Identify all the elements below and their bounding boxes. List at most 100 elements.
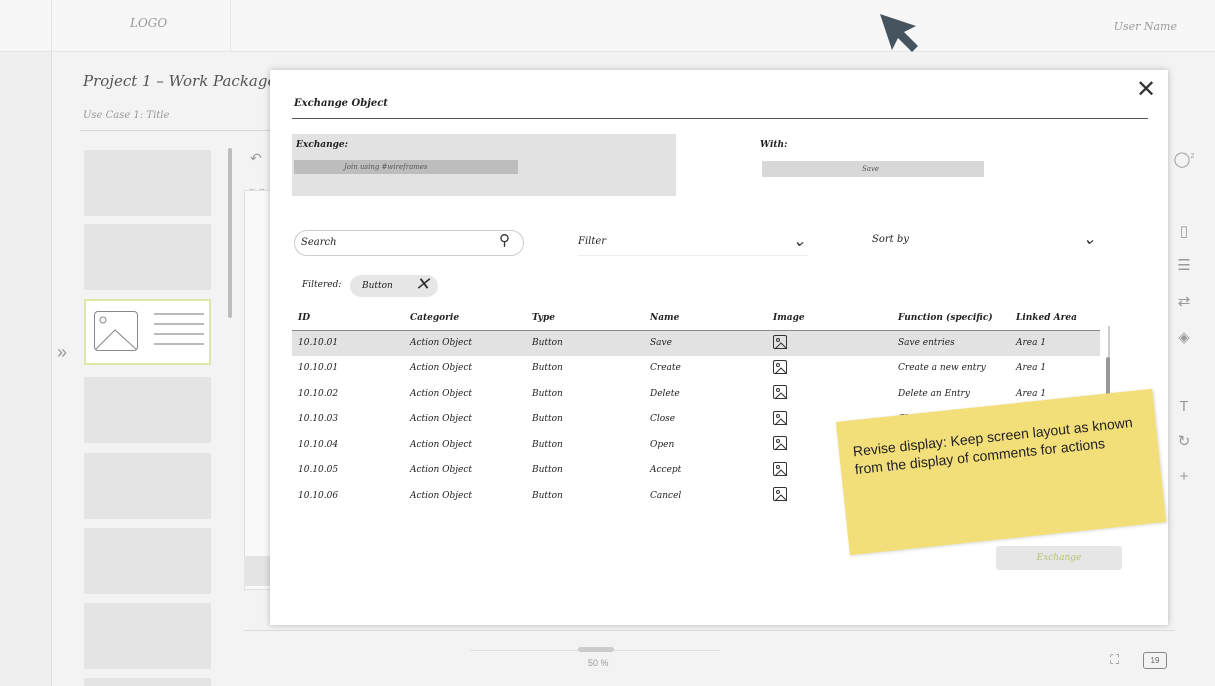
use-case-title: Use Case 1: Title (83, 110, 170, 121)
cell-id: 10.10.02 (298, 388, 339, 399)
table-row[interactable]: 10.10.02 Action Object Button Delete Del… (292, 381, 1100, 407)
page-thumbnail[interactable] (84, 528, 211, 594)
cell-id: 10.10.03 (298, 414, 339, 425)
thumb-line (154, 313, 204, 315)
cell-name: Delete (650, 388, 680, 399)
top-bar: LOGO User Name (0, 0, 1215, 52)
dialog-title: Exchange Object (294, 98, 388, 109)
thumb-line (154, 343, 204, 345)
mouse-cursor-icon (880, 14, 918, 52)
column-header[interactable]: Image (773, 306, 898, 331)
cell-name: Open (650, 439, 675, 450)
comment-icon[interactable]: ◯2 (1172, 150, 1196, 168)
cell-category: Action Object (410, 490, 473, 501)
cell-name: Save (650, 330, 773, 356)
exchange-target-field[interactable]: Save (762, 161, 984, 177)
search-icon[interactable]: ⚲ (499, 231, 510, 249)
filtered-label: Filtered: (302, 280, 342, 290)
table-scrollbar-thumb[interactable] (1106, 357, 1110, 397)
chevron-down-icon[interactable]: ⌄ (1083, 227, 1096, 251)
top-left-block (0, 0, 52, 52)
page-thumbnail[interactable] (84, 678, 211, 686)
column-header[interactable]: Type (532, 306, 650, 331)
with-label: With: (760, 140, 788, 150)
cell-type: Button (532, 363, 563, 374)
zoom-level: 50 % (588, 658, 609, 668)
filter-label: Filter (578, 236, 607, 247)
search-input[interactable]: Search (294, 230, 524, 256)
fullscreen-icon[interactable]: ⛶ (1110, 652, 1119, 668)
history-icon[interactable]: ↻ (1172, 432, 1196, 450)
column-header[interactable]: Name (650, 306, 773, 331)
page-thumbnail[interactable] (84, 377, 211, 443)
left-rail (0, 52, 52, 686)
title-divider (80, 130, 270, 131)
exchange-label: Exchange: (296, 140, 348, 150)
image-icon (773, 385, 788, 400)
exchange-source-field[interactable]: Join using #wireframes (294, 160, 518, 174)
image-icon (773, 359, 788, 375)
bottom-divider (244, 630, 1174, 631)
chevron-down-icon[interactable]: ⌄ (793, 229, 806, 253)
cell-function: Delete an Entry (898, 388, 970, 399)
cell-function: Create a new entry (898, 363, 986, 374)
image-icon (773, 461, 788, 477)
image-icon (773, 410, 788, 426)
image-icon (773, 334, 788, 349)
undo-icon[interactable]: ↶ (250, 150, 262, 167)
cell-type: Button (532, 465, 563, 476)
table-row-selected[interactable]: 10.10.01 Action Object Button Save Save … (292, 330, 1100, 356)
cell-id: 10.10.01 (292, 330, 410, 356)
project-title: Project 1 – Work Package 1 (83, 72, 291, 90)
cell-category: Action Object (410, 330, 532, 356)
column-header[interactable]: ID (292, 306, 410, 331)
filter-chip[interactable]: Button ✕ (350, 275, 438, 297)
user-name[interactable]: User Name (1114, 20, 1177, 33)
title-divider (292, 118, 1148, 119)
remove-filter-icon[interactable]: ✕ (415, 275, 430, 295)
cell-id: 10.10.01 (298, 363, 339, 374)
page-count-icon[interactable]: 19 (1143, 652, 1167, 669)
exchange-button[interactable]: Exchange (996, 546, 1122, 570)
paint-icon[interactable]: ◈ (1172, 328, 1196, 346)
cell-id: 10.10.05 (298, 465, 339, 476)
table-header-row: ID Categorie Type Name Image Function (s… (292, 306, 1100, 331)
filter-dropdown[interactable]: Filter ⌄ (578, 230, 808, 256)
logo: LOGO (130, 16, 168, 30)
table-row[interactable]: 10.10.01 Action Object Button Create Cre… (292, 356, 1100, 382)
page-thumbnail[interactable] (84, 224, 211, 290)
text-icon[interactable]: T (1172, 398, 1196, 415)
swap-icon[interactable]: ⇄ (1172, 292, 1196, 310)
exchange-source-box: Exchange: Join using #wireframes (292, 134, 676, 196)
page-thumbnail[interactable] (84, 603, 211, 669)
page-thumbnail[interactable] (84, 150, 211, 216)
trash-icon[interactable]: ▯ (1172, 222, 1196, 240)
thumb-line (154, 333, 204, 335)
cell-name: Create (650, 363, 681, 374)
image-icon (773, 487, 788, 502)
list-icon[interactable]: ☰ (1172, 256, 1196, 274)
cell-category: Action Object (410, 414, 473, 425)
cell-linked-area: Area 1 (1016, 363, 1047, 374)
page-thumbnail[interactable] (84, 453, 211, 519)
cell-category: Action Object (410, 363, 473, 374)
cell-category: Action Object (410, 388, 473, 399)
zoom-handle[interactable] (578, 647, 614, 652)
cell-type: Button (532, 330, 650, 356)
cell-name: Close (650, 414, 676, 425)
sort-dropdown[interactable]: Sort by ⌄ (872, 228, 1098, 254)
cell-name: Accept (650, 465, 682, 476)
expand-panel-icon[interactable]: » (57, 342, 67, 363)
cell-id: 10.10.04 (298, 439, 339, 450)
cell-name: Cancel (650, 490, 682, 501)
cell-linked-area: Area 1 (1016, 330, 1100, 356)
image-placeholder-icon (94, 311, 138, 351)
add-icon[interactable]: + (1172, 468, 1196, 485)
column-header[interactable]: Categorie (410, 306, 532, 331)
column-header[interactable]: Linked Area (1016, 306, 1100, 331)
close-icon[interactable]: ✕ (1136, 78, 1156, 102)
cell-category: Action Object (410, 465, 473, 476)
page-thumbnail-selected[interactable] (84, 299, 211, 365)
thumbnail-scrollbar[interactable] (228, 148, 232, 318)
column-header[interactable]: Function (specific) (898, 306, 1016, 331)
